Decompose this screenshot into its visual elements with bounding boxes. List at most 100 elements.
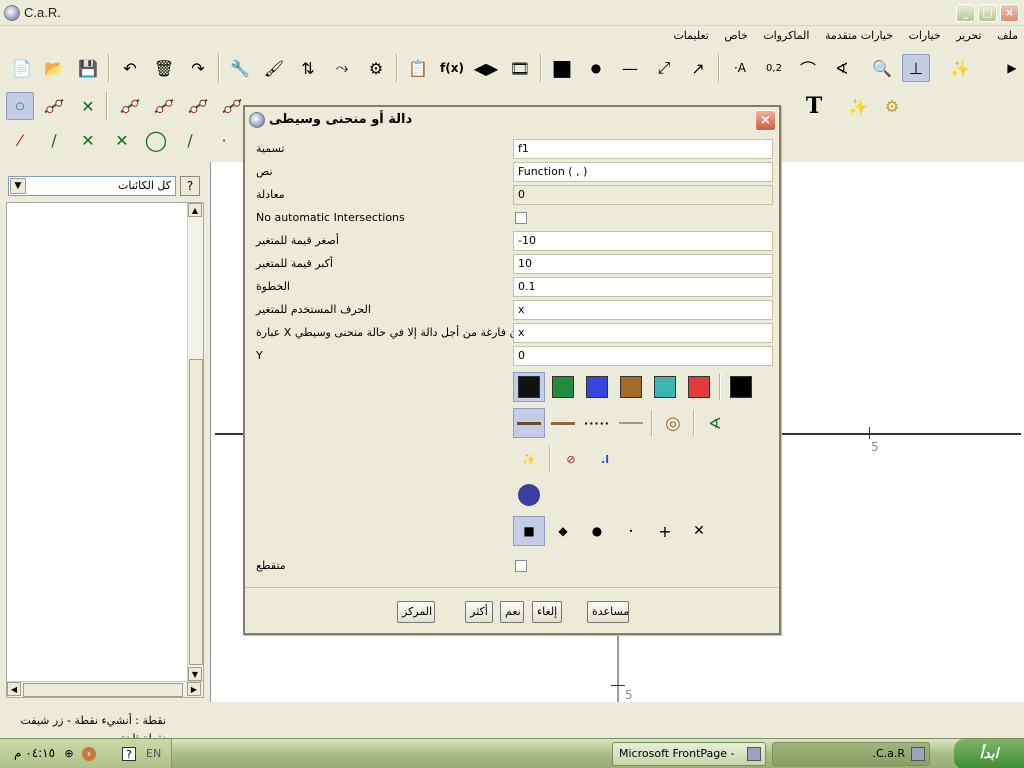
- object-list-vscroll[interactable]: ▲ ▼: [187, 203, 203, 681]
- gear-tool-icon[interactable]: ⚙: [878, 92, 906, 120]
- text-input[interactable]: Function ( , ): [513, 162, 773, 182]
- more-button[interactable]: أكثر: [465, 601, 493, 623]
- chevron-down-icon[interactable]: ▼: [10, 178, 26, 194]
- y-expression-input[interactable]: 0: [513, 346, 773, 366]
- point-diamond-icon[interactable]: ◆: [547, 516, 579, 546]
- text-tool-icon[interactable]: T: [800, 92, 828, 120]
- angle-style-icon[interactable]: ∢: [699, 408, 731, 438]
- object-list[interactable]: ▲ ▼ ◀ ▶: [6, 202, 204, 698]
- axes-icon[interactable]: ⊥: [902, 54, 930, 82]
- new-file-icon[interactable]: 📄: [8, 54, 36, 82]
- undo-icon[interactable]: ↶: [116, 54, 144, 82]
- segment-tool-icon[interactable]: [40, 92, 68, 120]
- close-button[interactable]: ×: [1000, 4, 1019, 22]
- menu-file[interactable]: ملف: [997, 26, 1018, 46]
- help-button[interactable]: ?: [180, 176, 200, 196]
- no-intersections-checkbox[interactable]: [515, 212, 527, 224]
- scroll-down-icon[interactable]: ▼: [188, 667, 202, 681]
- mirror-icon[interactable]: ◀▶: [472, 54, 500, 82]
- magic-wand-icon[interactable]: ✨: [946, 54, 974, 82]
- cancel-button[interactable]: إلغاء: [532, 601, 562, 623]
- save-file-icon[interactable]: 💾: [74, 54, 102, 82]
- point-label-icon[interactable]: ·A: [726, 54, 754, 82]
- angle-icon[interactable]: ∢: [828, 54, 856, 82]
- menu-edit[interactable]: تحرير: [956, 26, 981, 46]
- color-solid-black-swatch[interactable]: [725, 372, 757, 402]
- ring-icon[interactable]: ◎: [657, 408, 689, 438]
- menu-macros[interactable]: الماكروات: [763, 26, 809, 46]
- scroll-thumb[interactable]: [189, 359, 203, 665]
- macro-wand-icon[interactable]: ✨: [844, 92, 872, 120]
- toolbar-more-icon[interactable]: ▶: [998, 54, 1024, 82]
- compass-tool-icon[interactable]: ·: [210, 126, 238, 154]
- wrench-icon[interactable]: 🔧: [226, 54, 254, 82]
- point-plus-icon[interactable]: +: [649, 516, 681, 546]
- point-square-icon[interactable]: ■: [513, 516, 545, 546]
- color-blue-swatch[interactable]: [581, 372, 613, 402]
- color-green-swatch[interactable]: [547, 372, 579, 402]
- film-icon[interactable]: 🎞: [506, 54, 534, 82]
- color-red-swatch[interactable]: [683, 372, 715, 402]
- line-thick-icon[interactable]: [513, 408, 545, 438]
- x-expression-input[interactable]: x: [513, 323, 773, 343]
- label-icon[interactable]: .l: [589, 444, 621, 474]
- arrow-up-right-icon[interactable]: ↗: [684, 54, 712, 82]
- open-file-icon[interactable]: 📂: [40, 54, 68, 82]
- arrow-diag-icon[interactable]: ⤢: [650, 54, 678, 82]
- ok-button[interactable]: نعم: [500, 601, 524, 623]
- line-style-icon[interactable]: —: [616, 54, 644, 82]
- zoom-icon[interactable]: 🔍: [868, 54, 896, 82]
- intersection-tool-icon[interactable]: ✕: [74, 92, 102, 120]
- min-value-input[interactable]: -10: [513, 231, 773, 251]
- paint-icon[interactable]: 🖌: [260, 54, 288, 82]
- menu-advanced-options[interactable]: خيارات متقدمة: [825, 26, 893, 46]
- hide-icon[interactable]: ⊘: [555, 444, 587, 474]
- color-cyan-swatch[interactable]: [649, 372, 681, 402]
- point-cross-icon[interactable]: ✕: [683, 516, 715, 546]
- point-dot-icon[interactable]: •: [615, 516, 647, 546]
- point-circle-icon[interactable]: ●: [581, 516, 613, 546]
- object-filter-select[interactable]: كل الكائنات ▼: [8, 176, 176, 196]
- perpendicular-tool-icon[interactable]: ✕: [74, 126, 102, 154]
- line-tool-icon[interactable]: [116, 92, 144, 120]
- midpoint-tool-icon[interactable]: ⁄: [6, 126, 34, 154]
- bisector-tool-icon[interactable]: ✕: [108, 126, 136, 154]
- taskbar-item-car[interactable]: C.a.R.: [772, 742, 930, 766]
- hscroll-thumb[interactable]: [23, 683, 183, 697]
- arc-icon[interactable]: ⌒: [794, 54, 822, 82]
- step-input[interactable]: 0.1: [513, 277, 773, 297]
- help-tray-icon[interactable]: ?: [122, 747, 136, 761]
- scroll-right-icon[interactable]: ▶: [187, 682, 201, 696]
- segment2-tool-icon[interactable]: [184, 92, 212, 120]
- media-icon[interactable]: ›: [82, 747, 96, 761]
- delete-icon[interactable]: 🗑: [150, 54, 178, 82]
- scroll-up-icon[interactable]: ▲: [188, 203, 202, 217]
- line-dotted-icon[interactable]: ·····: [581, 408, 613, 438]
- minimize-button[interactable]: _: [956, 4, 975, 22]
- trace-icon[interactable]: ⤳: [328, 54, 356, 82]
- redo-icon[interactable]: ↷: [184, 54, 212, 82]
- color-brown-swatch[interactable]: [615, 372, 647, 402]
- name-input[interactable]: f1: [513, 139, 773, 159]
- taskbar-item-frontpage[interactable]: Microsoft FrontPage - ...: [612, 742, 766, 766]
- parallel-tool-icon[interactable]: ∕: [40, 126, 68, 154]
- help-dialog-button[interactable]: مساعدة: [587, 601, 629, 623]
- menu-options[interactable]: خيارات: [909, 26, 941, 46]
- network-icon[interactable]: ⊕: [62, 747, 76, 761]
- start-button[interactable]: ابدأ: [954, 739, 1024, 768]
- dot-icon[interactable]: ●: [582, 54, 610, 82]
- decimal-icon[interactable]: 0,2: [760, 54, 788, 82]
- sort-az-icon[interactable]: ⇅: [294, 54, 322, 82]
- clipboard-icon[interactable]: 📋: [404, 54, 432, 82]
- object-list-hscroll[interactable]: ◀ ▶: [7, 681, 203, 697]
- dashed-checkbox[interactable]: [515, 560, 527, 572]
- maximize-button[interactable]: □: [978, 4, 997, 22]
- menu-special[interactable]: خاص: [724, 26, 747, 46]
- variable-input[interactable]: x: [513, 300, 773, 320]
- center-button[interactable]: المركز: [397, 601, 435, 623]
- color-black-swatch[interactable]: [513, 372, 545, 402]
- vector-tool-icon[interactable]: [218, 92, 246, 120]
- ray-tool-icon[interactable]: [150, 92, 178, 120]
- wand-icon[interactable]: ✨: [513, 444, 545, 474]
- line-normal-icon[interactable]: [547, 408, 579, 438]
